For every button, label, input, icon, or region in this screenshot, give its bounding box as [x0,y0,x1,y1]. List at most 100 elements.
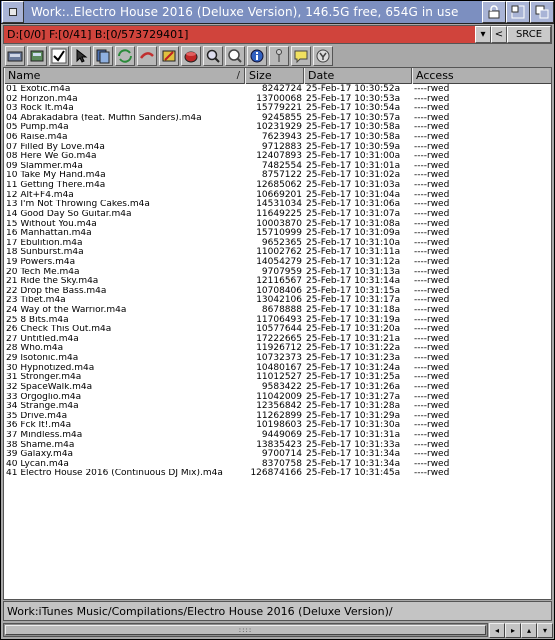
file-name: 19 Powers.m4a [6,257,76,267]
tools-icon [276,49,282,62]
checkmark-icon [51,48,67,64]
file-size: 126874166 [250,468,302,479]
file-name: 32 SpaceWalk.m4a [6,382,93,392]
file-name: 24 Way of the Warrior.m4a [6,306,127,316]
drive-icon [7,51,23,62]
delete-icon [184,51,198,63]
file-name: 01 Exotic.m4a [6,85,71,94]
status-bar: D:[0/0] F:[0/41] B:[0/573729401] ▾ < SRC… [3,25,552,44]
refresh-icon [118,49,132,63]
chevron-down-icon: ▾ [480,29,486,40]
column-name-label: Name [8,69,41,82]
zoom-button[interactable] [506,1,530,23]
tool-tools[interactable] [269,46,289,66]
file-name: 16 Manhattan.m4a [6,229,92,239]
column-header: Name / Size Date Access [4,68,551,84]
depth-button[interactable] [530,1,554,23]
tool-drive[interactable] [5,46,25,66]
file-name: 25 8 Bits.m4a [6,315,69,325]
tool-copy[interactable] [93,46,113,66]
tool-move[interactable] [137,46,157,66]
file-name: 26 Check This Out.m4a [6,325,112,335]
file-name: 41 Electro House 2016 (Continuous DJ Mix… [6,469,223,479]
file-date: 25-Feb-17 10:31:45a [306,468,401,479]
tool-info[interactable] [247,46,267,66]
file-name: 11 Getting There.m4a [6,181,106,191]
file-name: 23 Tibet.m4a [6,296,66,306]
back-button[interactable]: < [491,26,507,43]
column-size[interactable]: Size [245,68,304,84]
file-name: 29 Isotonic.m4a [6,354,79,364]
file-list[interactable]: Name / Size Date Access 01 Exotic.m4a 824… [3,67,552,600]
depth-icon [535,5,549,19]
file-row[interactable]: 41 Electro House 2016 (Continuous DJ Mix… [4,469,551,479]
file-name: 27 Untitled.m4a [6,334,79,344]
iconify-button[interactable] [482,1,506,23]
bottom-bar: :::: ◂ ▸ ▴ ▾ [1,622,554,639]
tool-find[interactable] [203,46,223,66]
file-name: 36 Fck It!.m4a [6,421,72,431]
tool-search[interactable] [225,46,245,66]
file-name: 30 Hypnotized.m4a [6,363,95,373]
file-name: 28 Who.m4a [6,344,64,354]
file-name: 20 Tech Me.m4a [6,267,80,277]
arrow-down-icon: ▾ [542,626,547,635]
file-name: 14 Good Day So Guitar.m4a [6,209,132,219]
arrow-up-icon: ▴ [526,626,531,635]
find-icon [206,49,220,63]
tool-filter[interactable] [313,46,333,66]
file-name: 05 Pump.m4a [6,123,69,133]
scroll-right-button[interactable]: ▸ [505,623,521,638]
copy-icon [96,49,110,64]
arrow-left-icon: ◂ [494,626,499,635]
file-name: 17 Ebulition.m4a [6,238,83,248]
zoom-icon [511,5,525,19]
dropdown-button[interactable]: ▾ [475,26,491,43]
file-name: 12 Alt+F4.m4a [6,190,74,200]
parent-icon [30,50,44,62]
toolbar [3,45,552,67]
sort-indicator-icon: / [236,70,240,81]
path-bar[interactable]: Work:iTunes Music/Compilations/Electro H… [3,601,552,621]
tool-comment[interactable] [291,46,311,66]
tool-refresh[interactable] [115,46,135,66]
scroll-up-button[interactable]: ▴ [521,623,537,638]
source-button[interactable]: SRCE [507,26,551,43]
file-name: 18 Sunburst.m4a [6,248,84,258]
tool-rename[interactable] [159,46,179,66]
scrollbar-knob[interactable]: :::: [5,625,486,635]
column-date[interactable]: Date [304,68,412,84]
pointer-icon [76,48,88,63]
tool-select[interactable] [49,46,69,66]
selection-status: D:[0/0] F:[0/41] B:[0/573729401] [7,28,189,41]
tool-pointer[interactable] [71,46,91,66]
file-name: 38 Shame.m4a [6,440,75,450]
file-name: 40 Lycan.m4a [6,459,69,469]
current-path: Work:iTunes Music/Compilations/Electro H… [7,604,393,618]
file-name: 34 Strange.m4a [6,402,79,412]
file-name: 04 Abrakadabra (feat. Muffin Sanders).m4… [6,113,202,123]
file-name: 31 Stronger.m4a [6,373,82,383]
file-name: 07 Filled By Love.m4a [6,142,105,152]
tool-delete[interactable] [181,46,201,66]
title-bar[interactable]: Work:..Electro House 2016 (Deluxe Versio… [1,1,554,24]
filter-icon [316,49,330,63]
file-name: 22 Drop the Bass.m4a [6,286,107,296]
file-name: 15 Without You.m4a [6,219,97,229]
back-arrow-icon: < [494,29,504,40]
file-name: 21 Ride the Sky.m4a [6,277,99,287]
scroll-left-button[interactable]: ◂ [489,623,505,638]
close-button[interactable] [2,1,24,23]
close-icon [9,8,17,16]
tool-parent[interactable] [27,46,47,66]
horizontal-scrollbar[interactable]: :::: [3,623,488,637]
file-name: 03 Rock It.m4a [6,104,74,114]
scroll-down-button[interactable]: ▾ [537,623,553,638]
file-name: 02 Horizon.m4a [6,94,78,104]
lock-icon [488,5,500,19]
file-name: 06 Raise.m4a [6,133,68,143]
file-rows: 01 Exotic.m4a 8242724 25-Feb-17 10:30:52a -… [4,84,551,479]
column-access[interactable]: Access [412,68,551,84]
column-name[interactable]: Name / [4,68,245,84]
rename-icon [162,50,176,62]
